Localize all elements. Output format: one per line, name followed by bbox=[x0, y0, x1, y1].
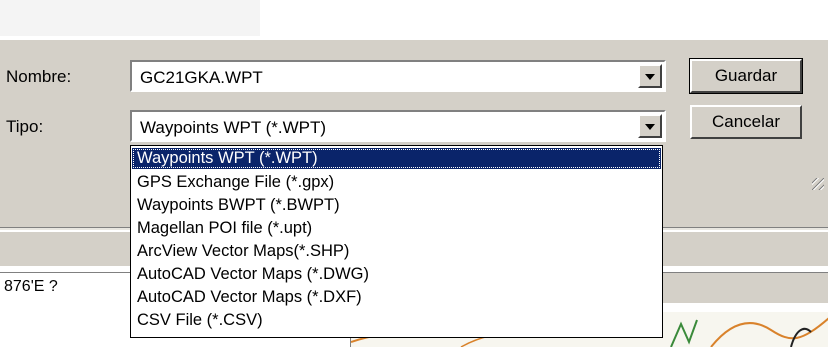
chevron-down-icon bbox=[645, 74, 655, 80]
name-label: Nombre: bbox=[6, 67, 72, 86]
dropdown-option[interactable]: Waypoints WPT (*.WPT) bbox=[132, 148, 661, 169]
filename-combobox[interactable]: GC21GKA.WPT bbox=[130, 60, 666, 92]
dropdown-option[interactable]: GPS Exchange File (*.gpx) bbox=[132, 172, 661, 193]
dropdown-option[interactable]: Waypoints BWPT (*.BWPT) bbox=[132, 195, 661, 216]
resize-grip-icon[interactable] bbox=[812, 178, 824, 190]
road-line bbox=[790, 327, 812, 348]
filename-value[interactable]: GC21GKA.WPT bbox=[140, 68, 263, 88]
filetype-dropdown-button[interactable] bbox=[638, 114, 662, 138]
cancel-button[interactable]: Cancelar bbox=[690, 105, 802, 139]
dropdown-option[interactable]: CSV File (*.CSV) bbox=[132, 310, 661, 331]
dropdown-option[interactable]: AutoCAD Vector Maps (*.DWG) bbox=[132, 264, 661, 285]
top-background bbox=[0, 0, 828, 40]
filetype-dropdown-list[interactable]: Waypoints WPT (*.WPT) GPS Exchange File … bbox=[130, 145, 663, 338]
dropdown-option[interactable]: AutoCAD Vector Maps (*.DXF) bbox=[132, 287, 661, 308]
filetype-combobox[interactable]: Waypoints WPT (*.WPT) bbox=[130, 110, 666, 142]
filename-dropdown-button[interactable] bbox=[638, 64, 662, 88]
save-button[interactable]: Guardar bbox=[689, 58, 803, 94]
type-label: Tipo: bbox=[6, 117, 44, 136]
trail-line bbox=[670, 319, 698, 348]
filetype-value[interactable]: Waypoints WPT (*.WPT) bbox=[140, 118, 326, 138]
dropdown-option[interactable]: Magellan POI file (*.upt) bbox=[132, 218, 661, 239]
top-shade bbox=[0, 0, 260, 36]
dropdown-option[interactable]: ArcView Vector Maps(*.SHP) bbox=[132, 241, 661, 262]
chevron-down-icon bbox=[645, 124, 655, 130]
